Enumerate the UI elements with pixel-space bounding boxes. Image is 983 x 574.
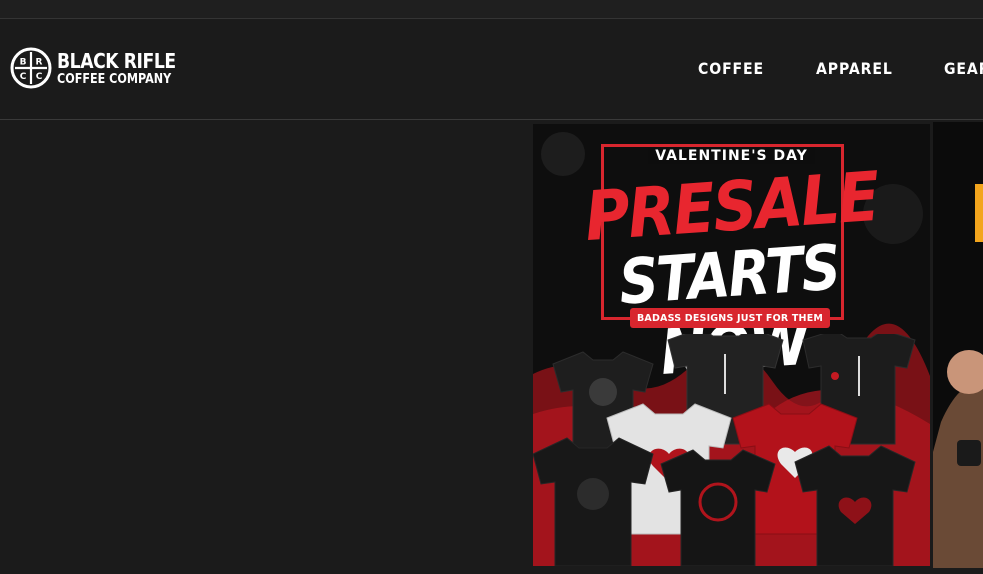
brcc-logo-mark-icon: B R C C — [10, 47, 52, 89]
secondary-banner-art — [933, 122, 983, 568]
top-utility-bar — [0, 0, 983, 19]
valentines-presale-banner[interactable]: VALENTINE'S DAY PRESALE STARTS NOW BADAS… — [533, 124, 930, 566]
nav-item-coffee[interactable]: COFFEE — [698, 59, 764, 78]
brand-wordmark: BLACK RIFLE COFFEE COMPANY — [57, 51, 195, 86]
logo-mark-letter-b: B — [20, 58, 27, 68]
site-header: B R C C BLACK RIFLE COFFEE COMPANY COFFE… — [0, 19, 983, 120]
promo-tagline-badge: BADASS DESIGNS JUST FOR THEM — [630, 308, 830, 328]
nav-item-apparel[interactable]: APPAREL — [816, 59, 893, 78]
brand-name-line1: BLACK RIFLE — [57, 48, 176, 73]
brand-logo-link[interactable]: B R C C BLACK RIFLE COFFEE COMPANY — [10, 46, 195, 90]
nav-item-gear[interactable]: GEAR — [944, 59, 983, 78]
logo-mark-letter-r: R — [36, 58, 43, 68]
tshirt-product-collage — [533, 334, 916, 566]
brand-name-line2: COFFEE COMPANY — [57, 71, 172, 87]
logo-mark-letter-c2: C — [36, 72, 43, 82]
secondary-promo-banner-partial[interactable] — [933, 122, 983, 568]
logo-mark-letter-c1: C — [20, 72, 27, 82]
